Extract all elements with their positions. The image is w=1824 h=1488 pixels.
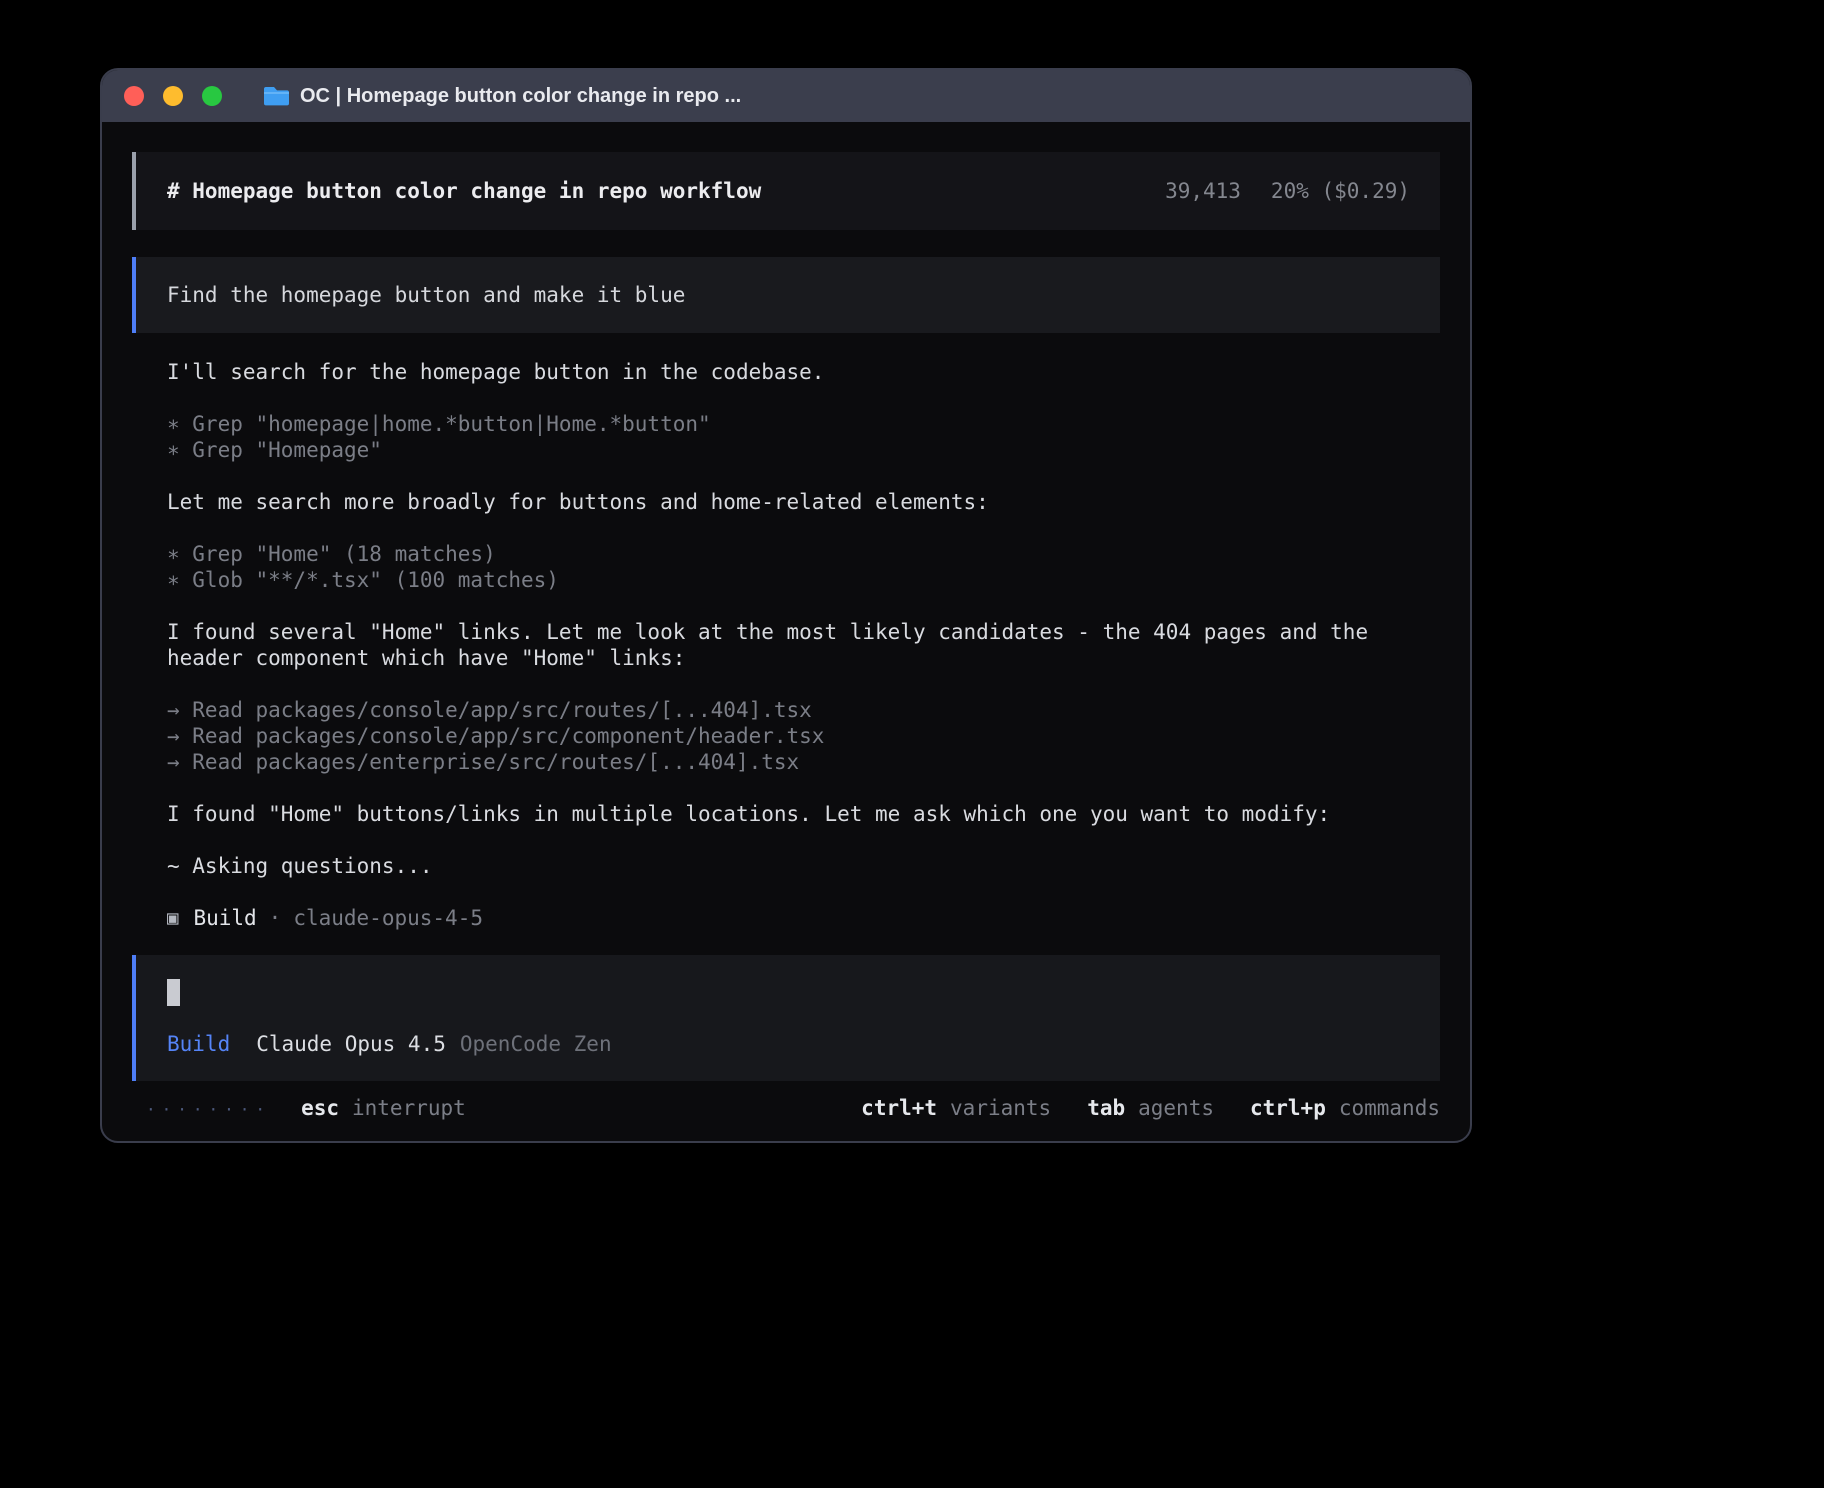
tool-call-read: → Read packages/console/app/src/componen… (167, 723, 1440, 749)
assistant-message: Let me search more broadly for buttons a… (167, 489, 1402, 515)
hint-commands: ctrl+p commands (1250, 1095, 1440, 1121)
agent-separator: · (269, 905, 282, 931)
agent-icon: ▣ (167, 905, 178, 931)
hint-agents: tab agents (1087, 1095, 1214, 1121)
window-title: OC | Homepage button color change in rep… (300, 85, 741, 108)
token-count: 39,413 (1165, 178, 1241, 204)
folder-icon (263, 85, 290, 107)
working-status: ~ Asking questions... (167, 853, 1440, 879)
assistant-message: I found several "Home" links. Let me loo… (167, 619, 1402, 671)
close-button[interactable] (124, 86, 144, 106)
provider-indicator: OpenCode Zen (460, 1031, 612, 1057)
label-agents: agents (1138, 1095, 1214, 1121)
model-indicator: Claude Opus 4.5 (256, 1031, 446, 1057)
minimize-button[interactable] (163, 86, 183, 106)
mode-indicator[interactable]: Build (167, 1031, 230, 1057)
progress-dots: ········ (146, 1097, 271, 1123)
tool-call-group: ∗ Grep "Home" (18 matches) ∗ Glob "**/*.… (167, 541, 1440, 593)
hint-interrupt: esc interrupt (301, 1095, 466, 1121)
status-bar: ········ esc interrupt ctrl+t variants t… (132, 1095, 1440, 1123)
agent-name: Build (193, 905, 256, 931)
zoom-button[interactable] (202, 86, 222, 106)
tool-call-read: → Read packages/console/app/src/routes/[… (167, 697, 1440, 723)
key-ctrl-p: ctrl+p (1250, 1095, 1326, 1121)
tool-call-read: → Read packages/enterprise/src/routes/[.… (167, 749, 1440, 775)
prompt-input[interactable]: Build Claude Opus 4.5 OpenCode Zen (132, 955, 1440, 1081)
tool-call-grep: ∗ Grep "Homepage" (167, 437, 1440, 463)
agent-line: ▣ Build · claude-opus-4-5 (167, 905, 1440, 931)
user-message-text: Find the homepage button and make it blu… (167, 283, 685, 307)
user-message: Find the homepage button and make it blu… (132, 257, 1440, 333)
key-tab: tab (1087, 1095, 1125, 1121)
status-bar-left: ········ esc interrupt (146, 1095, 466, 1123)
label-commands: commands (1339, 1095, 1440, 1121)
status-bar-right: ctrl+t variants tab agents ctrl+p comman… (861, 1095, 1440, 1121)
key-ctrl-t: ctrl+t (861, 1095, 937, 1121)
assistant-message: I found "Home" buttons/links in multiple… (167, 801, 1402, 827)
assistant-transcript: I'll search for the homepage button in t… (132, 359, 1440, 931)
text-cursor (167, 979, 180, 1006)
session-title: # Homepage button color change in repo w… (167, 178, 761, 204)
titlebar-title-group: OC | Homepage button color change in rep… (263, 85, 741, 108)
traffic-lights (124, 86, 241, 106)
context-usage: 20% ($0.29) (1271, 178, 1410, 204)
label-variants: variants (950, 1095, 1051, 1121)
assistant-message: I'll search for the homepage button in t… (167, 359, 1402, 385)
tool-call-group: → Read packages/console/app/src/routes/[… (167, 697, 1440, 775)
terminal-content: # Homepage button color change in repo w… (102, 122, 1470, 1123)
key-esc: esc (301, 1095, 339, 1121)
terminal-window: OC | Homepage button color change in rep… (100, 68, 1472, 1143)
window-titlebar[interactable]: OC | Homepage button color change in rep… (102, 70, 1470, 122)
input-footer: Build Claude Opus 4.5 OpenCode Zen (167, 1031, 1410, 1057)
label-interrupt: interrupt (352, 1095, 466, 1121)
hint-variants: ctrl+t variants (861, 1095, 1051, 1121)
tool-call-group: ∗ Grep "homepage|home.*button|Home.*butt… (167, 411, 1440, 463)
tool-call-glob: ∗ Glob "**/*.tsx" (100 matches) (167, 567, 1440, 593)
session-stats: 39,413 20% ($0.29) (1165, 178, 1410, 204)
session-header: # Homepage button color change in repo w… (132, 152, 1440, 230)
tool-call-grep: ∗ Grep "Home" (18 matches) (167, 541, 1440, 567)
tool-call-grep: ∗ Grep "homepage|home.*button|Home.*butt… (167, 411, 1440, 437)
agent-model: claude-opus-4-5 (293, 905, 483, 931)
